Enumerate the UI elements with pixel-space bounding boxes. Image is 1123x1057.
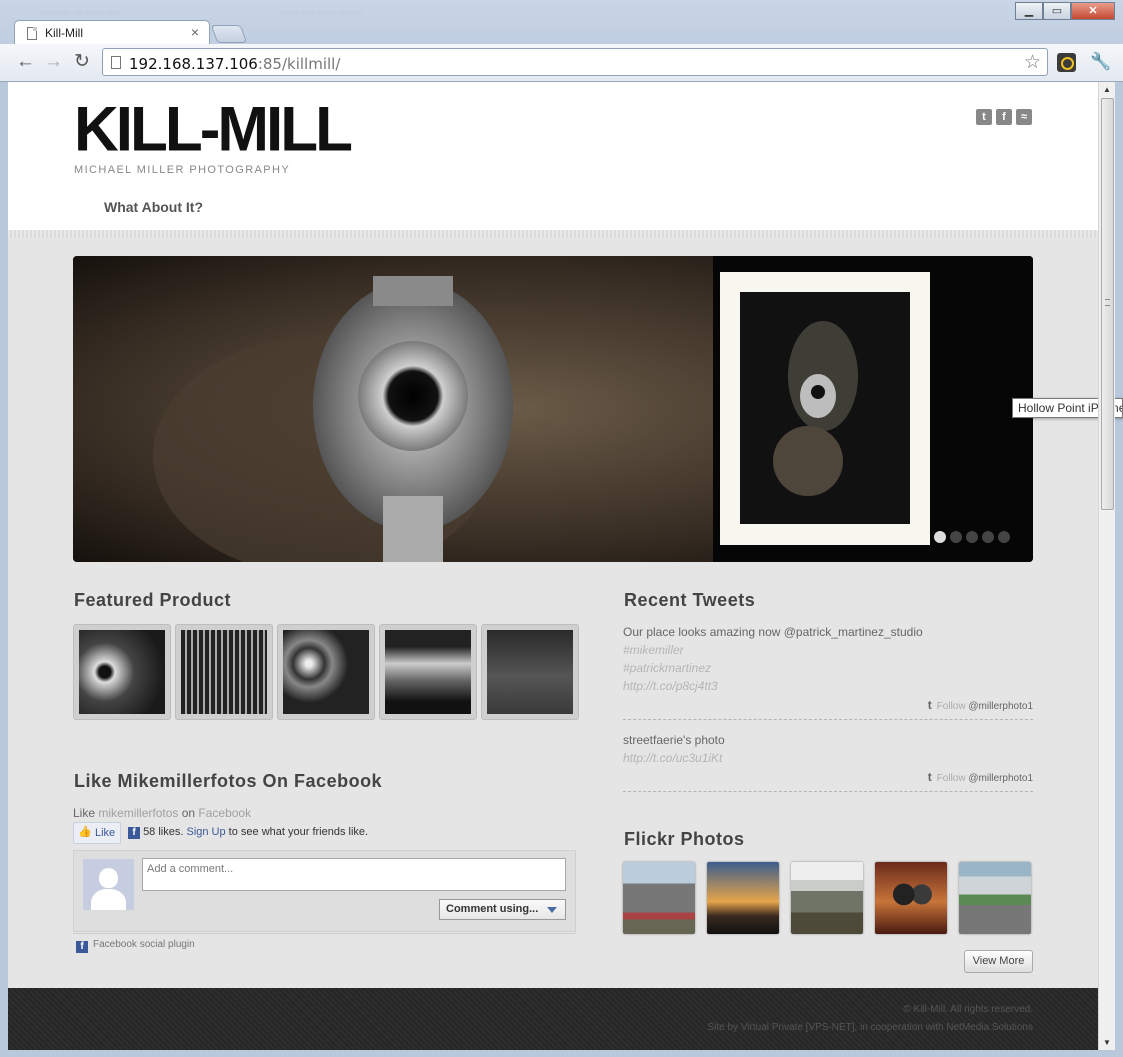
maximize-button[interactable]: ▭ bbox=[1043, 2, 1071, 20]
header-divider bbox=[8, 230, 1098, 238]
slider-image bbox=[73, 256, 1033, 562]
site-logo[interactable]: KILL-MILL bbox=[74, 93, 353, 165]
page-viewport: KILL-MILL MICHAEL MILLER PHOTOGRAPHY t f… bbox=[8, 82, 1098, 1050]
fb-page-link[interactable]: mikemillerfotos bbox=[98, 806, 178, 820]
twitter-icon: t bbox=[927, 770, 932, 784]
twitter-icon[interactable]: t bbox=[976, 109, 992, 125]
tweet: Our place looks amazing now @patrick_mar… bbox=[623, 623, 1033, 695]
window-frame bbox=[0, 1050, 1123, 1057]
minimize-button[interactable]: ▁ bbox=[1015, 2, 1043, 20]
tab-title: Kill-Mill bbox=[45, 26, 83, 40]
featured-product-title: Featured Product bbox=[74, 590, 232, 610]
tab-strip: ... ...... ... ...... .... ...... .... .… bbox=[0, 0, 1123, 46]
scroll-down-icon[interactable]: ▼ bbox=[1103, 1038, 1111, 1047]
browser-toolbar: ← → ↻ 192.168.137.106:85/killmill/ ☆ 🔧 bbox=[0, 44, 1123, 82]
flickr-photo[interactable] bbox=[707, 862, 779, 934]
reload-button[interactable]: ↻ bbox=[74, 52, 90, 72]
flickr-photos-title: Flickr Photos bbox=[624, 829, 745, 849]
recent-tweets-title: Recent Tweets bbox=[624, 590, 756, 610]
nav-what-about-it[interactable]: What About It? bbox=[104, 199, 203, 215]
tweet: streetfaerie's photo http://t.co/uc3u1iK… bbox=[623, 731, 1033, 767]
address-bar[interactable]: 192.168.137.106:85/killmill/ ☆ bbox=[102, 48, 1048, 76]
back-button[interactable]: ← bbox=[16, 52, 35, 72]
close-tab-icon[interactable]: × bbox=[191, 24, 199, 40]
comment-using-dropdown[interactable]: Comment using... bbox=[439, 899, 566, 920]
facebook-icon: f bbox=[76, 941, 88, 953]
facebook-icon: f bbox=[128, 827, 140, 839]
facebook-icon[interactable]: f bbox=[996, 109, 1012, 125]
fb-like-line: Like mikemillerfotos on Facebook bbox=[73, 806, 252, 820]
slider-dots bbox=[934, 531, 1010, 543]
vertical-scrollbar[interactable]: ▲ ▼ bbox=[1098, 82, 1115, 1050]
flickr-photos bbox=[623, 862, 1031, 934]
rss-icon[interactable]: ≈ bbox=[1016, 109, 1032, 125]
tweet-hashtag[interactable]: #patrickmartinez bbox=[623, 659, 1033, 677]
flickr-photo[interactable] bbox=[959, 862, 1031, 934]
site-footer: © Kill-Mill. All rights reserved. Site b… bbox=[8, 988, 1098, 1050]
window-controls: ▁ ▭ ✕ bbox=[1015, 2, 1115, 20]
background-title-text: ... ...... ... ...... .... bbox=[40, 4, 120, 16]
page-icon bbox=[111, 56, 121, 69]
tweet-follow[interactable]: t Follow @millerphoto1 bbox=[623, 770, 1033, 784]
forward-button[interactable]: → bbox=[44, 52, 63, 72]
scrollbar-thumb[interactable] bbox=[1101, 98, 1114, 510]
twitter-icon: t bbox=[927, 698, 932, 712]
tweet-text: streetfaerie's photo bbox=[623, 733, 725, 747]
extension-icon[interactable] bbox=[1057, 53, 1076, 72]
footer-credit: Site by Virtual Private [VPS-NET], in co… bbox=[707, 1022, 1033, 1033]
scroll-up-icon[interactable]: ▲ bbox=[1103, 85, 1111, 94]
fb-comment-box: Add a comment... Comment using... bbox=[73, 850, 576, 932]
slider-dot[interactable] bbox=[934, 531, 946, 543]
logo-subtitle: MICHAEL MILLER PHOTOGRAPHY bbox=[74, 164, 291, 176]
background-title-text: ...... .... ...... ........ bbox=[280, 4, 363, 16]
facebook-section-title: Like Mikemillerfotos On Facebook bbox=[74, 771, 383, 791]
footer-copyright: © Kill-Mill. All rights reserved. bbox=[903, 1004, 1033, 1015]
bookmark-star-icon[interactable]: ☆ bbox=[1024, 51, 1041, 74]
flickr-photo[interactable] bbox=[875, 862, 947, 934]
browser-chrome: ... ...... ... ...... .... ...... .... .… bbox=[0, 0, 1123, 82]
product-thumbnail[interactable] bbox=[277, 624, 375, 720]
fb-signup-link[interactable]: Sign Up bbox=[186, 826, 225, 838]
window-frame bbox=[1115, 82, 1123, 1057]
product-thumbnail[interactable] bbox=[379, 624, 477, 720]
image-slider[interactable] bbox=[73, 256, 1033, 562]
social-links: t f ≈ bbox=[976, 109, 1032, 125]
tweet-hashtag[interactable]: #mikemiller bbox=[623, 641, 1033, 659]
tweet-text: Our place looks amazing now @patrick_mar… bbox=[623, 625, 923, 639]
flickr-photo[interactable] bbox=[791, 862, 863, 934]
facebook-link[interactable]: Facebook bbox=[198, 806, 251, 820]
fb-social-plugin-label: f Facebook social plugin bbox=[73, 933, 576, 953]
flickr-photo[interactable] bbox=[623, 862, 695, 934]
comment-input[interactable]: Add a comment... bbox=[142, 858, 566, 891]
slider-dot[interactable] bbox=[966, 531, 978, 543]
url-text: 192.168.137.106:85/killmill/ bbox=[129, 55, 341, 73]
close-window-button[interactable]: ✕ bbox=[1071, 2, 1115, 20]
tweet-divider bbox=[623, 719, 1033, 720]
slider-dot[interactable] bbox=[982, 531, 994, 543]
product-thumbnail[interactable] bbox=[481, 624, 579, 720]
view-more-button[interactable]: View More bbox=[964, 950, 1033, 973]
window-frame bbox=[0, 82, 8, 1057]
page-icon bbox=[27, 27, 37, 40]
tweet-follow[interactable]: t Follow @millerphoto1 bbox=[623, 698, 1033, 712]
featured-thumbnails bbox=[73, 624, 579, 720]
tweet-link[interactable]: http://t.co/p8cj4tt3 bbox=[623, 677, 1033, 695]
browser-tab[interactable]: Kill-Mill × bbox=[14, 20, 210, 46]
tweet-divider bbox=[623, 791, 1033, 792]
avatar bbox=[83, 859, 134, 910]
fb-like-button[interactable]: Like bbox=[73, 822, 121, 844]
slider-dot[interactable] bbox=[998, 531, 1010, 543]
product-thumbnail[interactable] bbox=[73, 624, 171, 720]
tweet-link[interactable]: http://t.co/uc3u1iKt bbox=[623, 749, 1033, 767]
product-thumbnail[interactable] bbox=[175, 624, 273, 720]
fb-like-count: f 58 likes. Sign Up to see what your fri… bbox=[128, 826, 368, 839]
slider-dot[interactable] bbox=[950, 531, 962, 543]
site-header: KILL-MILL MICHAEL MILLER PHOTOGRAPHY t f… bbox=[8, 82, 1098, 230]
wrench-menu-icon[interactable]: 🔧 bbox=[1090, 52, 1111, 72]
new-tab-button[interactable] bbox=[210, 25, 248, 43]
